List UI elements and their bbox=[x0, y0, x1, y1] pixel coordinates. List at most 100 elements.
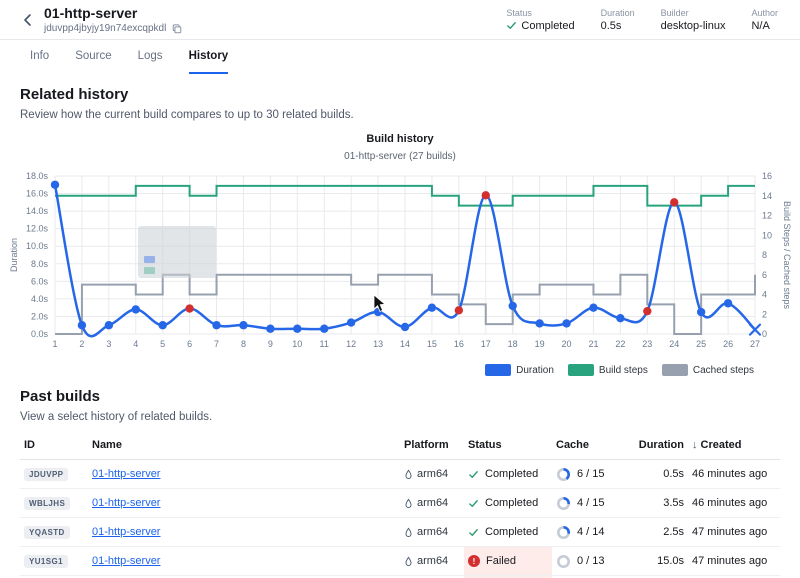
build-name-link[interactable]: 01-http-server bbox=[92, 497, 160, 509]
stat-label: Duration bbox=[601, 8, 635, 18]
header-stat-status: Status Completed bbox=[506, 8, 574, 32]
column-header-id[interactable]: ID bbox=[20, 433, 88, 460]
chart-canvas: 0.0s2.0s4.0s6.0s8.0s10.0s12.0s14.0s16.0s… bbox=[0, 166, 800, 362]
cache-donut-icon bbox=[556, 554, 571, 569]
legend-item: Cached steps bbox=[662, 364, 754, 376]
build-history-chart[interactable]: 0.0s2.0s4.0s6.0s8.0s10.0s12.0s14.0s16.0s… bbox=[0, 166, 800, 362]
check-icon bbox=[506, 20, 517, 31]
sort-desc-icon[interactable]: ↓ bbox=[692, 439, 698, 451]
svg-text:14: 14 bbox=[762, 191, 772, 201]
copy-icon[interactable] bbox=[172, 24, 182, 34]
build-name-link[interactable]: 01-http-server bbox=[92, 555, 160, 567]
svg-text:0: 0 bbox=[762, 329, 767, 339]
check-icon bbox=[468, 527, 479, 538]
tab-history[interactable]: History bbox=[189, 40, 229, 74]
tab-source[interactable]: Source bbox=[75, 40, 111, 74]
svg-text:3: 3 bbox=[106, 339, 111, 349]
ghost-tooltip-steps-swatch bbox=[144, 267, 155, 274]
platform-arch-icon bbox=[404, 469, 413, 480]
svg-text:12: 12 bbox=[346, 339, 356, 349]
svg-text:26: 26 bbox=[723, 339, 733, 349]
stat-label: Builder bbox=[661, 8, 726, 18]
tab-bar: Info Source Logs History bbox=[0, 40, 800, 74]
svg-text:13: 13 bbox=[373, 339, 383, 349]
related-history-description: Review how the current build compares to… bbox=[20, 109, 780, 121]
svg-text:Build Steps / Cached steps: Build Steps / Cached steps bbox=[782, 201, 792, 310]
ghost-tooltip-duration-swatch bbox=[144, 256, 155, 263]
table-row[interactable]: YQASTD 01-http-server arm64 Completed 4 … bbox=[20, 518, 780, 547]
svg-text:4.0s: 4.0s bbox=[31, 294, 49, 304]
svg-text:8: 8 bbox=[241, 339, 246, 349]
svg-text:9: 9 bbox=[268, 339, 273, 349]
platform-cell: arm64 bbox=[404, 526, 460, 538]
svg-text:5: 5 bbox=[160, 339, 165, 349]
created-cell: 47 minutes ago bbox=[688, 547, 780, 576]
svg-text:Duration: Duration bbox=[9, 238, 19, 272]
cache-donut-icon bbox=[556, 467, 571, 482]
svg-text:6: 6 bbox=[187, 339, 192, 349]
svg-text:16.0s: 16.0s bbox=[26, 189, 49, 199]
svg-text:8: 8 bbox=[762, 250, 767, 260]
stat-value: 0.5s bbox=[601, 20, 635, 32]
build-name-link[interactable]: 01-http-server bbox=[92, 468, 160, 480]
chart-subtitle: 01-http-server (27 builds) bbox=[0, 151, 800, 162]
legend-swatch bbox=[568, 364, 594, 376]
tab-logs[interactable]: Logs bbox=[138, 40, 163, 74]
platform-arch-icon bbox=[404, 498, 413, 509]
svg-text:2: 2 bbox=[79, 339, 84, 349]
table-row[interactable]: WBLJHS 01-http-server arm64 Completed 4 … bbox=[20, 489, 780, 518]
svg-text:21: 21 bbox=[588, 339, 598, 349]
cache-donut-icon bbox=[556, 496, 571, 511]
column-header-platform[interactable]: Platform bbox=[400, 433, 464, 460]
build-id-badge: WBLJHS bbox=[24, 497, 70, 510]
svg-text:12: 12 bbox=[762, 211, 772, 221]
svg-text:0.0s: 0.0s bbox=[31, 329, 49, 339]
created-cell: 47 minutes ago bbox=[688, 518, 780, 547]
svg-text:4: 4 bbox=[133, 339, 138, 349]
column-header-duration[interactable]: Duration bbox=[624, 433, 688, 460]
table-row[interactable]: JDUVPP 01-http-server arm64 Completed 6 … bbox=[20, 460, 780, 489]
status-cell: Completed bbox=[468, 489, 548, 517]
created-cell: 46 minutes ago bbox=[688, 489, 780, 518]
svg-text:27: 27 bbox=[750, 339, 760, 349]
svg-text:2: 2 bbox=[762, 309, 767, 319]
cache-donut-icon bbox=[556, 525, 571, 540]
created-cell: 46 minutes ago bbox=[688, 460, 780, 489]
past-builds-description: View a select history of related builds. bbox=[20, 411, 780, 423]
chart-legend: Duration Build steps Cached steps bbox=[0, 364, 800, 376]
svg-text:17: 17 bbox=[481, 339, 491, 349]
mouse-cursor bbox=[373, 294, 386, 313]
header-stat-builder: Builder desktop-linux bbox=[661, 8, 726, 32]
cache-cell: 0 / 13 bbox=[556, 554, 620, 569]
svg-text:7: 7 bbox=[214, 339, 219, 349]
svg-text:23: 23 bbox=[642, 339, 652, 349]
tab-info[interactable]: Info bbox=[30, 40, 49, 74]
column-header-cache[interactable]: Cache bbox=[552, 433, 624, 460]
column-header-name[interactable]: Name bbox=[88, 433, 400, 460]
stat-label: Status bbox=[506, 8, 574, 18]
svg-text:19: 19 bbox=[535, 339, 545, 349]
duration-cell: 0.5s bbox=[624, 460, 688, 489]
svg-text:6: 6 bbox=[762, 270, 767, 280]
status-cell: !Failed bbox=[468, 547, 548, 575]
cache-cell: 4 / 15 bbox=[556, 496, 620, 511]
page-title: 01-http-server bbox=[44, 5, 182, 21]
build-id-badge: YU1SG1 bbox=[24, 555, 68, 568]
legend-swatch bbox=[485, 364, 511, 376]
svg-text:10: 10 bbox=[292, 339, 302, 349]
column-header-status[interactable]: Status bbox=[464, 433, 552, 460]
cache-cell: 6 / 15 bbox=[556, 467, 620, 482]
build-name-link[interactable]: 01-http-server bbox=[92, 526, 160, 538]
column-header-created[interactable]: ↓Created bbox=[688, 433, 780, 460]
build-id-badge: YQASTD bbox=[24, 526, 70, 539]
legend-item: Duration bbox=[485, 364, 554, 376]
back-button[interactable] bbox=[18, 10, 38, 30]
chevron-left-icon bbox=[21, 13, 35, 27]
svg-text:25: 25 bbox=[696, 339, 706, 349]
svg-text:14: 14 bbox=[400, 339, 410, 349]
stat-value: N/A bbox=[751, 20, 778, 32]
legend-item: Build steps bbox=[568, 364, 648, 376]
table-row[interactable]: YU1SG1 01-http-server arm64 !Failed 0 / … bbox=[20, 547, 780, 576]
chart-title: Build history bbox=[0, 133, 800, 145]
cache-cell: 4 / 14 bbox=[556, 525, 620, 540]
